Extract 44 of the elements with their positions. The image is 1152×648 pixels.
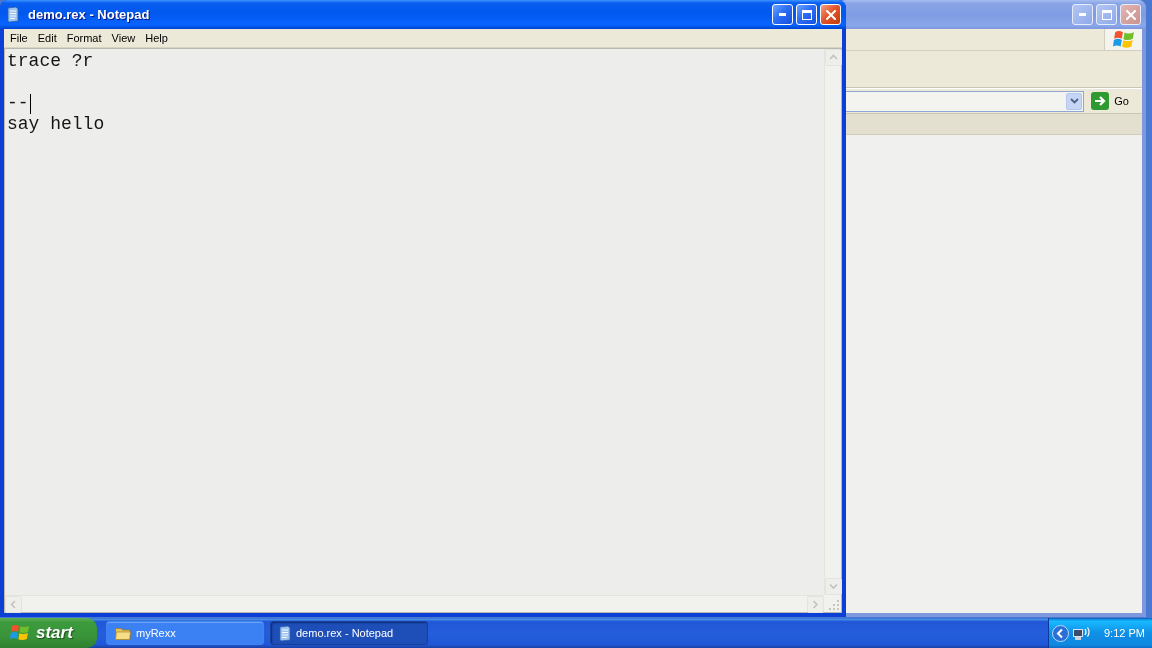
chevron-right-icon xyxy=(812,600,819,609)
vertical-scrollbar[interactable] xyxy=(824,49,841,595)
scroll-down-button[interactable] xyxy=(825,578,842,595)
scroll-right-button[interactable] xyxy=(807,596,824,613)
dropdown-button[interactable] xyxy=(1066,92,1083,110)
close-icon xyxy=(1125,9,1136,20)
window-title: demo.rex - Notepad xyxy=(28,7,151,22)
resize-grip-icon[interactable] xyxy=(829,600,839,610)
text-editor-field[interactable]: trace ?r -- say hello xyxy=(4,48,842,613)
show-hidden-icons-button[interactable] xyxy=(1052,624,1069,642)
minimize-icon xyxy=(1079,13,1086,16)
clock: 9:12 PM xyxy=(1104,627,1145,639)
scroll-left-button[interactable] xyxy=(5,596,22,613)
notepad-icon xyxy=(279,625,291,641)
go-button[interactable]: Go xyxy=(1089,90,1132,112)
text-line: say hello xyxy=(7,114,105,135)
chevron-down-icon xyxy=(829,583,838,590)
network-icon[interactable] xyxy=(1073,625,1092,641)
taskbar-button[interactable]: demo.rex - Notepad xyxy=(270,621,428,645)
maximize-icon xyxy=(1101,9,1112,20)
minimize-icon xyxy=(779,13,786,16)
address-field[interactable] xyxy=(844,90,1085,112)
close-icon xyxy=(825,9,836,20)
taskbar-button[interactable]: myRexx xyxy=(106,621,264,645)
horizontal-scrollbar[interactable] xyxy=(5,595,824,612)
chevron-left-icon xyxy=(10,600,17,609)
close-button[interactable] xyxy=(1120,4,1141,25)
arrow-right-icon xyxy=(1091,92,1110,110)
menu-item[interactable]: Help xyxy=(140,29,173,47)
chevron-up-icon xyxy=(829,54,838,61)
chevron-down-icon xyxy=(1069,98,1079,104)
start-button[interactable]: start xyxy=(0,618,97,648)
chevron-left-icon xyxy=(1052,624,1069,642)
menu-item[interactable]: Edit xyxy=(32,29,62,47)
maximize-icon xyxy=(801,9,812,20)
notepad-icon xyxy=(7,7,19,22)
menu-item[interactable]: View xyxy=(106,29,141,47)
windows-logo-icon xyxy=(10,624,30,642)
folder-icon xyxy=(115,626,131,640)
text-line: -- xyxy=(7,93,29,114)
menu-item[interactable]: File xyxy=(5,29,33,47)
menu-item[interactable]: Format xyxy=(61,29,107,47)
scroll-up-button[interactable] xyxy=(825,49,842,66)
text-line: trace ?r xyxy=(7,51,94,72)
